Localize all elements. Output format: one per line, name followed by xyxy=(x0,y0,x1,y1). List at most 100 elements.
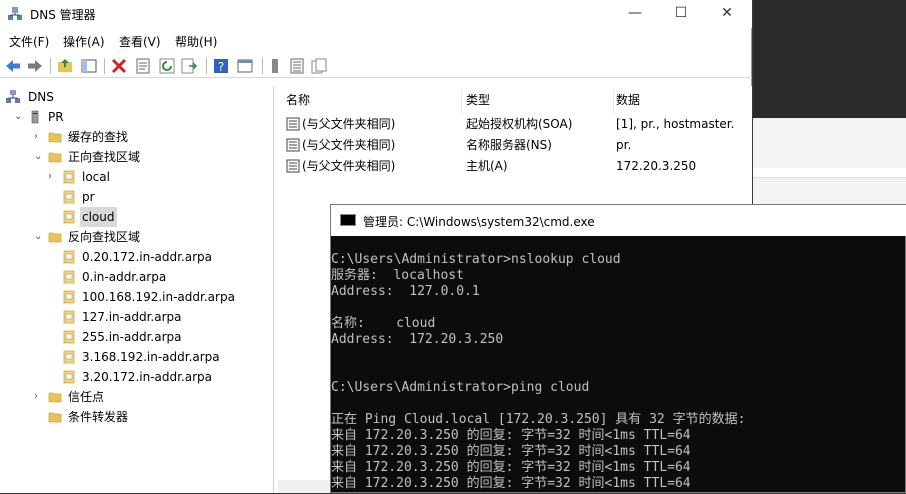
tree-item-label: local xyxy=(82,170,110,184)
console-icon[interactable] xyxy=(236,57,254,75)
list-icon[interactable] xyxy=(288,57,306,75)
record-data: pr. xyxy=(616,138,632,152)
delete-icon[interactable] xyxy=(110,57,128,75)
console-line: 服务器: localhost xyxy=(331,268,464,283)
console-line: Address: 127.0.0.1 xyxy=(331,284,480,299)
expand-arrow-icon[interactable]: › xyxy=(34,387,46,407)
cmd-app-icon xyxy=(340,214,356,226)
zone-icon xyxy=(63,350,75,364)
tree-item[interactable]: 0.20.172.in-addr.arpa xyxy=(48,247,270,267)
record-row[interactable]: (与父文件夹相同) 名称服务器(NS) pr. xyxy=(278,135,752,155)
expand-arrow-icon[interactable]: › xyxy=(48,167,60,187)
copy-icon[interactable] xyxy=(310,57,328,75)
menu-help[interactable]: 帮助(H) xyxy=(175,33,217,50)
tree-item[interactable]: 100.168.192.in-addr.arpa xyxy=(48,287,270,307)
console-line: 来自 172.20.3.250 的回复: 字节=32 时间<1ms TTL=64 xyxy=(331,460,691,475)
show-hide-tree-icon[interactable] xyxy=(80,57,98,75)
tree-item-label: 100.168.192.in-addr.arpa xyxy=(82,290,235,304)
tree-item[interactable]: cloud xyxy=(48,207,270,227)
record-row[interactable]: (与父文件夹相同) 主机(A) 172.20.3.250 xyxy=(278,156,752,176)
cmd-title-bar[interactable]: 管理员: C:\Windows\system32\cmd.exe xyxy=(331,205,906,236)
tree-item[interactable]: › 信任点 xyxy=(34,387,270,407)
record-type: 起始授权机构(SOA) xyxy=(466,117,573,131)
export-list-icon[interactable] xyxy=(180,57,198,75)
tree-item[interactable]: pr xyxy=(48,187,270,207)
back-arrow-icon[interactable] xyxy=(4,57,22,75)
record-icon xyxy=(286,159,300,173)
record-icon xyxy=(286,117,300,131)
horizontal-scrollbar[interactable] xyxy=(278,480,338,493)
tree-item-label: PR xyxy=(48,110,64,124)
tree-item-label: 255.in-addr.arpa xyxy=(82,330,182,344)
tree-item[interactable]: 127.in-addr.arpa xyxy=(48,307,270,327)
refresh-icon[interactable] xyxy=(158,57,176,75)
title-bar[interactable]: DNS 管理器 — ☐ ✕ xyxy=(0,0,752,28)
zone-icon xyxy=(63,310,75,324)
tree-item[interactable]: ⌄ 正向查找区域 xyxy=(34,147,270,167)
tree-item[interactable]: ⌄ 反向查找区域 xyxy=(34,227,270,247)
tree-item[interactable]: 0.in-addr.arpa xyxy=(48,267,270,287)
column-header-type[interactable]: 类型 xyxy=(466,90,614,114)
folder-icon xyxy=(48,152,62,163)
menu-action[interactable]: 操作(A) xyxy=(63,33,105,50)
maximize-button[interactable]: ☐ xyxy=(658,0,704,28)
zone-icon xyxy=(63,270,75,284)
console-line: 名称: cloud xyxy=(331,316,436,331)
up-folder-icon[interactable] xyxy=(56,57,74,75)
collapse-arrow-icon[interactable]: ⌄ xyxy=(34,227,46,247)
folder-icon xyxy=(48,232,62,243)
tree-item[interactable]: 255.in-addr.arpa xyxy=(48,327,270,347)
collapse-arrow-icon[interactable]: ⌄ xyxy=(34,147,46,167)
tree-item-label: 条件转发器 xyxy=(68,410,129,424)
tree-item[interactable]: DNS xyxy=(4,87,270,107)
record-type: 主机(A) xyxy=(466,159,508,173)
console-line: 正在 Ping Cloud.local [172.20.3.250] 具有 32… xyxy=(331,412,746,427)
tree-item[interactable]: › local xyxy=(48,167,270,187)
zone-icon xyxy=(63,370,75,384)
record-data: [1], pr., hostmaster. xyxy=(616,117,735,131)
tree-item-label: 反向查找区域 xyxy=(68,230,141,244)
cmd-window: 管理员: C:\Windows\system32\cmd.exe C:\User… xyxy=(330,204,906,493)
toolbar-separator xyxy=(50,58,51,74)
column-header-name[interactable]: 名称 xyxy=(286,90,462,114)
console-line: Address: 172.20.3.250 xyxy=(331,332,504,347)
cmd-console[interactable]: C:\Users\Administrator>nslookup cloud 服务器… xyxy=(331,236,906,494)
expand-arrow-icon[interactable]: › xyxy=(34,127,46,147)
zone-icon xyxy=(63,170,75,184)
dns-icon xyxy=(6,90,20,103)
help-icon[interactable]: ? xyxy=(212,57,230,75)
tree-item[interactable]: ⌄ PR xyxy=(14,107,270,127)
menu-file[interactable]: 文件(F) xyxy=(9,33,49,50)
record-data: 172.20.3.250 xyxy=(616,159,697,173)
tree-item-label: DNS xyxy=(28,90,54,104)
menu-view[interactable]: 查看(V) xyxy=(119,33,161,50)
window-title: DNS 管理器 xyxy=(30,8,96,22)
svg-text:?: ? xyxy=(218,60,224,74)
tree-item[interactable]: 3.168.192.in-addr.arpa xyxy=(48,347,270,367)
record-name: (与父文件夹相同) xyxy=(302,117,396,131)
properties-icon[interactable] xyxy=(134,57,152,75)
zone-icon xyxy=(63,290,75,304)
tree-pane: DNS ⌄ PR › 缓存的查找 ⌄ 正向查找区域 › local pr cloud ⌄ 反向查找区域 0… xyxy=(0,86,274,493)
collapse-arrow-icon[interactable]: ⌄ xyxy=(14,107,26,127)
tree-item[interactable]: › 缓存的查找 xyxy=(34,127,270,147)
zone-icon xyxy=(63,330,75,344)
folder-icon xyxy=(48,392,62,403)
minimize-button[interactable]: — xyxy=(612,0,658,28)
console-line: 来自 172.20.3.250 的回复: 字节=32 时间<1ms TTL=64 xyxy=(331,428,691,443)
tree-item[interactable]: 条件转发器 xyxy=(34,407,270,427)
dns-app-icon xyxy=(8,7,22,20)
menu-bar: 文件(F) 操作(A) 查看(V) 帮助(H) xyxy=(0,30,752,52)
column-header-data[interactable]: 数据 xyxy=(616,90,752,114)
tree-item[interactable]: 3.20.172.in-addr.arpa xyxy=(48,367,270,387)
forward-arrow-icon[interactable] xyxy=(26,57,44,75)
server-small-icon[interactable] xyxy=(266,57,284,75)
tree-item-label: 3.20.172.in-addr.arpa xyxy=(82,370,213,384)
cmd-window-title: 管理员: C:\Windows\system32\cmd.exe xyxy=(363,215,595,229)
toolbar-separator xyxy=(262,58,263,74)
tree-item-label: 信任点 xyxy=(68,390,105,404)
toolbar-separator xyxy=(206,58,207,74)
tree-item-label: cloud xyxy=(80,207,117,227)
record-row[interactable]: (与父文件夹相同) 起始授权机构(SOA) [1], pr., hostmaster… xyxy=(278,114,752,134)
close-button[interactable]: ✕ xyxy=(704,0,750,28)
